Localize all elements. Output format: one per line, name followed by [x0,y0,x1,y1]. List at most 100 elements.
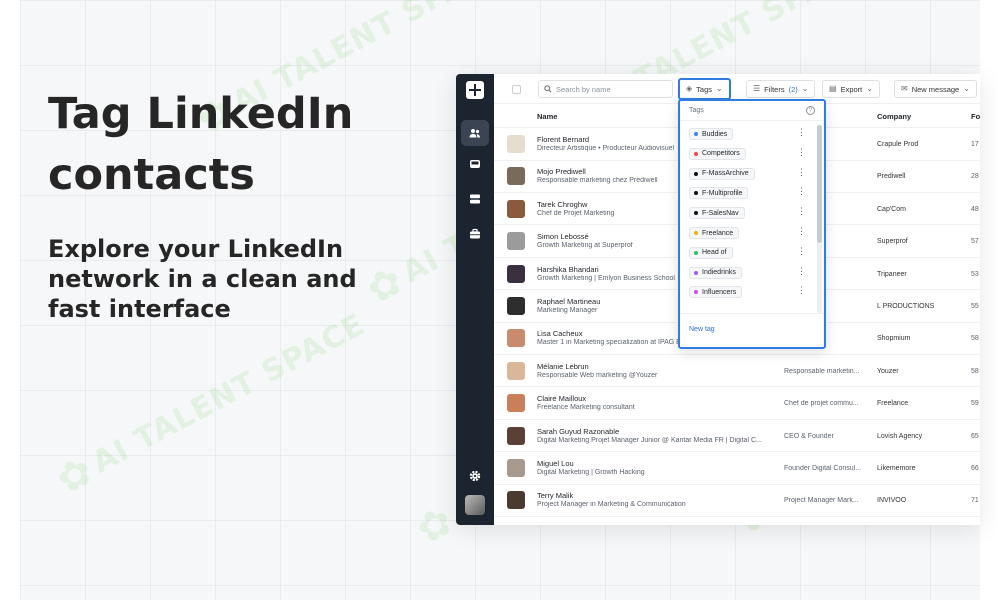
search-icon [544,85,552,93]
contact-company: INVIVOO [877,497,907,505]
avatar[interactable] [465,495,485,515]
contact-name[interactable]: Miguel Lou [537,459,574,468]
filter-icon: ☰ [753,84,761,93]
table-row[interactable]: Sarah Guyud Razonable Digital Marketing P… [494,420,980,453]
filters-button[interactable]: ☰ Filters (2) ⌄ [746,80,816,98]
contact-company: Tripaneer [877,270,907,278]
tag-label: F-SalesNav [702,209,739,217]
tags-button[interactable]: ◈ Tags ⌄ [678,78,731,100]
contact-name[interactable]: Terry Malik [537,491,573,500]
hero-title: Tag LinkedIn contacts [48,89,354,200]
tag-label: F-Multiprofile [702,189,743,197]
tag-icon: ◈ [686,84,693,93]
table-row[interactable]: Claire Mailloux Freelance Marketing consu… [494,387,980,420]
more-options-icon[interactable]: ⋮ [797,266,806,276]
tag-item[interactable]: Indiedrinks ⋮ [680,263,814,283]
more-options-icon[interactable]: ⋮ [797,207,806,216]
new-message-button[interactable]: ✉ New message ⌄ [894,80,977,98]
gear-icon[interactable] [461,463,489,489]
tag-chip[interactable]: F-MassArchive [689,167,755,180]
contact-name[interactable]: Mélanie Lebrun [537,362,589,371]
tag-item[interactable]: Competitors ⋮ [680,144,814,164]
tag-chip[interactable]: F-Multiprofile [689,187,749,200]
tag-item[interactable]: F-Multiprofile ⋮ [680,183,814,203]
tag-item[interactable]: Head of ⋮ [680,243,814,263]
logo-icon[interactable] [466,81,484,99]
contact-followers: 71 [971,497,979,505]
contact-company: Crapule Prod [877,141,919,148]
inbox-icon[interactable] [461,151,489,177]
new-message-label: New message [911,84,960,94]
tag-color-dot [694,132,698,136]
more-options-icon[interactable]: ⋮ [797,286,806,295]
contact-name[interactable]: Mojo Prediwell [537,167,586,176]
help-icon[interactable]: ? [806,106,815,115]
contact-name[interactable]: Sarah Guyud Razonable [537,427,619,436]
search-input[interactable] [556,84,666,94]
tag-chip[interactable]: Buddies [689,128,734,140]
column-header-followers[interactable]: Fo [971,112,980,121]
table-row[interactable]: Terry Malik Project Manager in Marketing … [494,484,980,517]
tag-list-scrollbar[interactable] [817,125,822,313]
tag-chip[interactable]: Freelance [689,227,740,239]
tag-item[interactable]: Buddies ⋮ [680,124,814,144]
new-tag-link[interactable]: New tag [689,326,715,333]
briefcase-icon[interactable] [461,221,489,247]
column-header-company[interactable]: Company [877,112,911,121]
tag-item[interactable]: Freelance ⋮ [680,223,814,243]
avatar [507,264,525,283]
export-button-label: Export [840,84,863,94]
contact-name[interactable]: Simon Lebossé [537,232,589,241]
select-all-checkbox[interactable] [512,85,521,94]
filters-count: (2) [788,84,798,94]
avatar [507,297,525,315]
more-options-icon[interactable]: ⋮ [797,227,806,236]
contact-name[interactable]: Florent Bernard [537,135,589,144]
contact-headline: Digital Marketing Projet Manager Junior … [537,436,762,444]
contact-followers: 17 [971,141,979,148]
avatar [507,459,525,477]
tag-color-dot [694,151,698,156]
tag-label: Indiedrinks [702,269,736,277]
contact-position: Project Manager Mark... [784,497,859,505]
contact-company: Superprof [877,238,908,246]
search-box[interactable] [538,80,673,98]
tag-item[interactable]: Influencers ⋮ [680,282,814,302]
tag-chip[interactable]: Indiedrinks [689,266,742,279]
contact-name[interactable]: Lisa Cacheux [537,329,582,338]
tag-color-dot [694,191,698,196]
more-options-icon[interactable]: ⋮ [797,167,806,177]
contact-name[interactable]: Harshika Bhandari [537,265,599,274]
contact-position: Responsable marketin... [784,367,860,375]
contact-name[interactable]: Raphael Martineau [537,297,600,306]
contact-headline: Freelance Marketing consultant [537,404,635,412]
chevron-down-icon: ⌄ [963,84,970,93]
tag-chip[interactable]: Head of [689,246,733,259]
more-options-icon[interactable]: ⋮ [797,246,806,256]
server-icon[interactable] [461,186,489,212]
contact-name[interactable]: Tarek Chroghw [537,200,587,209]
export-button[interactable]: ▤ Export ⌄ [822,80,880,98]
users-icon[interactable] [461,120,489,146]
contact-name[interactable]: Claire Mailloux [537,394,586,403]
table-row[interactable]: Miguel Lou Digital Marketing | Growth Hac… [494,452,980,485]
sidebar [456,74,494,525]
scrollbar-thumb[interactable] [817,125,822,243]
contact-company: Shopmium [877,335,911,343]
tags-dropdown-title: Tags [689,107,704,114]
tag-chip[interactable]: F-SalesNav [689,207,745,220]
more-options-icon[interactable]: ⋮ [797,147,806,157]
more-options-icon[interactable]: ⋮ [797,128,806,137]
contact-headline: Digital Marketing | Growth Hacking [537,469,645,476]
contact-followers: 58 [971,367,979,375]
tag-item[interactable]: F-SalesNav ⋮ [680,203,814,223]
export-icon: ▤ [829,84,837,93]
tag-chip[interactable]: Influencers [689,286,743,299]
more-options-icon[interactable]: ⋮ [797,187,806,196]
tag-item[interactable]: F-MassArchive ⋮ [680,164,814,184]
table-row[interactable]: Mélanie Lebrun Responsable Web marketing … [494,355,980,388]
tag-chip[interactable]: Competitors [689,147,746,160]
column-header-name[interactable]: Name [537,112,557,121]
tags-button-label: Tags [696,84,712,94]
avatar [507,135,525,153]
